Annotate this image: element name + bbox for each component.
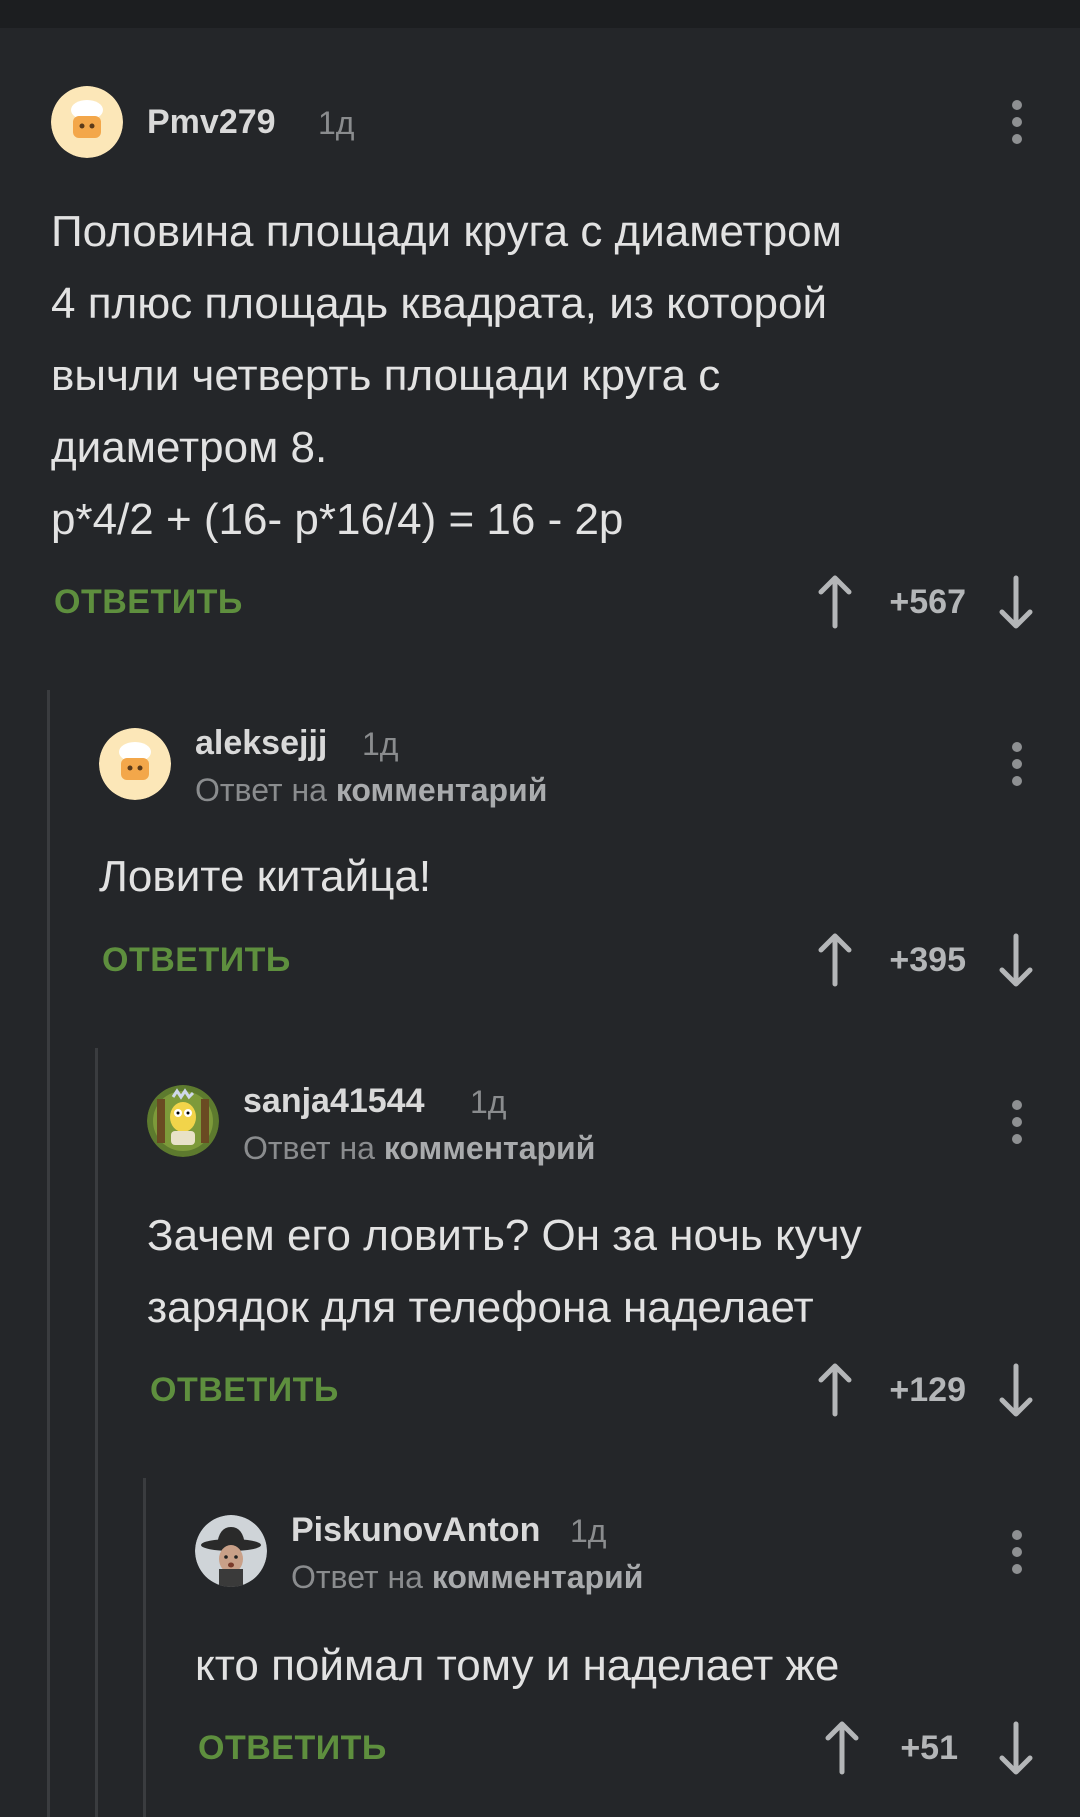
comment-body: кто поймал тому и наделает же <box>195 1641 840 1690</box>
upvote-arrow-icon[interactable] <box>822 1720 862 1776</box>
chef-avatar[interactable] <box>99 728 171 800</box>
comment-body: Половина площади круга с диаметром 4 плю… <box>51 207 842 544</box>
comment-body: Ловите китайца! <box>99 852 432 901</box>
timestamp: 1д <box>362 726 399 762</box>
timestamp: 1д <box>470 1084 507 1120</box>
reply-to-comment-link[interactable]: Ответ на комментарий <box>291 1559 643 1596</box>
more-options-icon[interactable] <box>997 96 1037 148</box>
vote-score: +395 <box>889 941 966 979</box>
reply-button[interactable]: ОТВЕТИТЬ <box>198 1729 387 1768</box>
top-bar <box>0 0 1080 28</box>
cowboy-photo-avatar[interactable] <box>195 1515 267 1587</box>
vote-score: +51 <box>900 1729 958 1767</box>
vote-score: +129 <box>889 1371 966 1409</box>
reply-button[interactable]: ОТВЕТИТЬ <box>102 941 291 980</box>
vote-score: +567 <box>889 583 966 621</box>
downvote-arrow-icon[interactable] <box>996 932 1036 988</box>
downvote-arrow-icon[interactable] <box>996 1362 1036 1418</box>
reply-to-comment-link[interactable]: Ответ на комментарий <box>195 772 547 809</box>
timestamp: 1д <box>318 105 355 141</box>
timestamp: 1д <box>570 1513 607 1549</box>
downvote-arrow-icon[interactable] <box>996 574 1036 630</box>
username[interactable]: aleksejjj <box>195 724 327 763</box>
reply-button[interactable]: ОТВЕТИТЬ <box>54 583 243 622</box>
upvote-arrow-icon[interactable] <box>815 574 855 630</box>
upvote-arrow-icon[interactable] <box>815 932 855 988</box>
thread-line-level-1[interactable] <box>47 690 50 1817</box>
thread-line-level-2[interactable] <box>95 1048 98 1817</box>
more-options-icon[interactable] <box>997 1526 1037 1578</box>
thread-line-level-3[interactable] <box>143 1478 146 1817</box>
more-options-icon[interactable] <box>997 1096 1037 1148</box>
reply-to-comment-link[interactable]: Ответ на комментарий <box>243 1130 595 1167</box>
cartoon-avatar[interactable] <box>147 1085 219 1157</box>
username[interactable]: Pmv279 <box>147 103 276 142</box>
reply-button[interactable]: ОТВЕТИТЬ <box>150 1371 339 1410</box>
username[interactable]: sanja41544 <box>243 1082 425 1121</box>
comment-body: Зачем его ловить? Он за ночь кучу зарядо… <box>147 1211 862 1332</box>
username[interactable]: PiskunovAnton <box>291 1511 540 1550</box>
more-options-icon[interactable] <box>997 738 1037 790</box>
chef-avatar[interactable] <box>51 86 123 158</box>
upvote-arrow-icon[interactable] <box>815 1362 855 1418</box>
downvote-arrow-icon[interactable] <box>996 1720 1036 1776</box>
